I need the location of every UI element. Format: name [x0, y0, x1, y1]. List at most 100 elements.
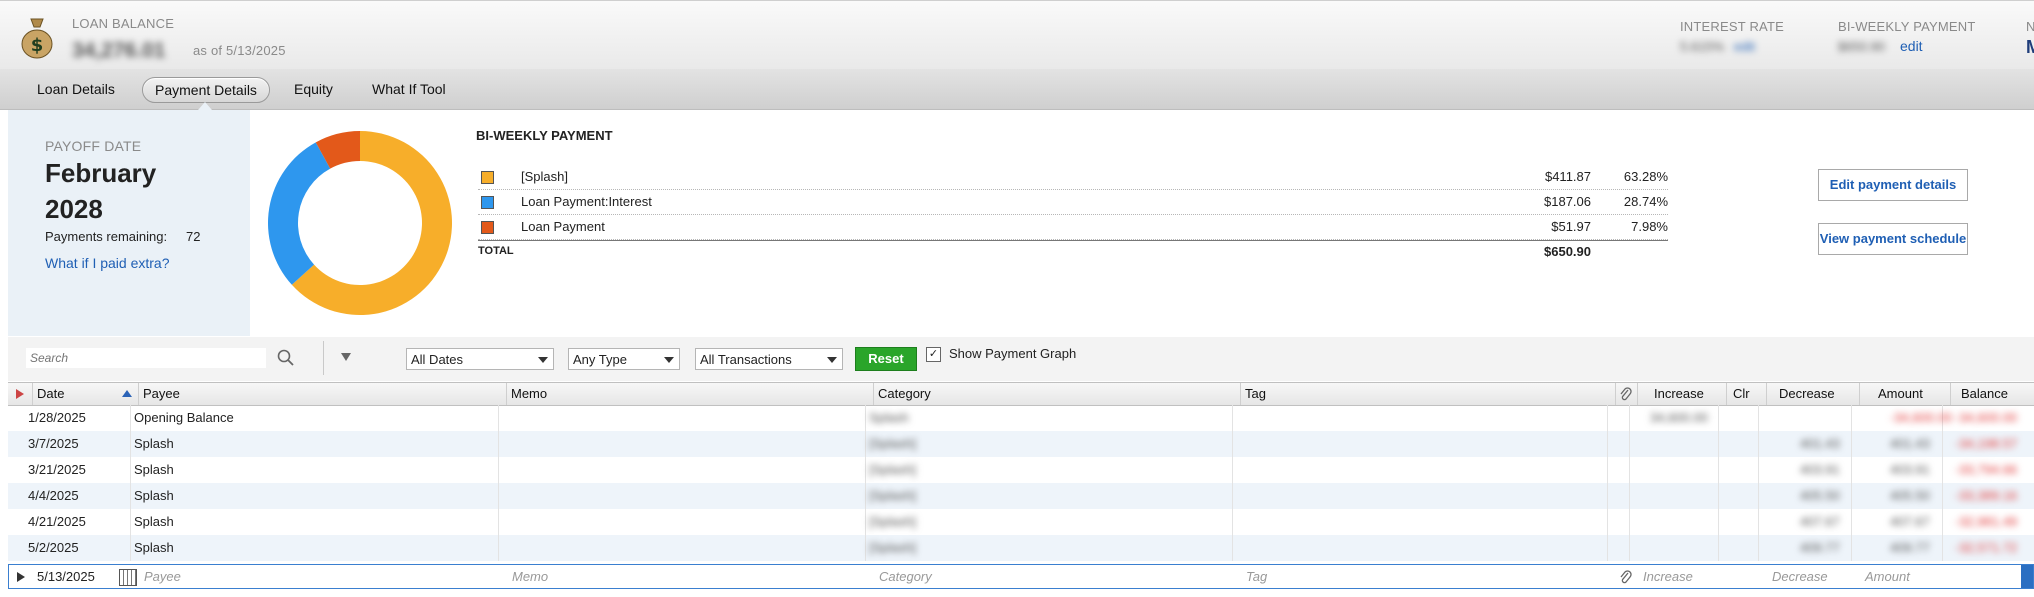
legend-swatch: [481, 221, 494, 234]
interest-rate-edit-link[interactable]: edit: [1734, 39, 1755, 54]
table-cell-increase[interactable]: 34,600.00: [1650, 410, 1708, 425]
column-amount[interactable]: Amount: [1859, 383, 1950, 405]
entry-date-field[interactable]: 5/13/2025: [37, 569, 95, 584]
table-cell-category[interactable]: [Splash]: [869, 540, 916, 555]
table-cell-balance[interactable]: -32,981.49: [1955, 514, 2017, 529]
column-clr[interactable]: Clr: [1726, 383, 1766, 405]
column-balance[interactable]: Balance: [1950, 383, 2034, 405]
table-cell-category[interactable]: Splash: [869, 410, 909, 425]
column-divider: [1851, 457, 1852, 483]
table-cell-balance[interactable]: -34,600.00: [1955, 410, 2017, 425]
column-divider: [1607, 483, 1608, 509]
entry-amount-field[interactable]: Amount: [1865, 569, 1910, 584]
entry-increase-field[interactable]: Increase: [1643, 569, 1693, 584]
filter-icon[interactable]: [341, 353, 351, 361]
table-cell-decrease[interactable]: 409.77: [1800, 540, 1840, 555]
table-cell-decrease[interactable]: 403.91: [1800, 462, 1840, 477]
column-divider: [1851, 509, 1852, 535]
table-cell-date[interactable]: 3/21/2025: [28, 462, 86, 477]
column-divider: [1607, 431, 1608, 457]
table-row[interactable]: 5/2/2025 Splash [Splash] 409.77 409.77 -32,57…: [8, 535, 2034, 561]
entry-tag-field[interactable]: Tag: [1246, 569, 1267, 584]
table-cell-balance[interactable]: -33,794.66: [1955, 462, 2017, 477]
column-divider: [130, 431, 131, 457]
table-cell-category[interactable]: [Splash]: [869, 436, 916, 451]
column-payee[interactable]: Payee: [138, 383, 506, 405]
table-cell-date[interactable]: 3/7/2025: [28, 436, 79, 451]
column-increase[interactable]: Increase: [1637, 383, 1726, 405]
payment-label: BI-WEEKLY PAYMENT: [1838, 19, 1976, 34]
edit-payment-details-button[interactable]: Edit payment details: [1818, 169, 1968, 201]
table-cell-payee[interactable]: Splash: [134, 540, 174, 555]
column-date-label: Date: [37, 386, 65, 401]
column-divider: [1942, 483, 1943, 509]
table-cell-category[interactable]: [Splash]: [869, 514, 916, 529]
table-row[interactable]: 3/7/2025 Splash [Splash] 401.43 401.43 -34,19…: [8, 431, 2034, 457]
tab-loan-details[interactable]: Loan Details: [25, 77, 127, 101]
column-divider: [1232, 457, 1233, 483]
transactions-filter-dropdown[interactable]: All Transactions: [695, 348, 843, 370]
breakdown-title: BI-WEEKLY PAYMENT: [476, 128, 613, 143]
table-cell-amount[interactable]: 407.67: [1890, 514, 1930, 529]
payment-edit-link[interactable]: edit: [1900, 38, 1923, 54]
table-cell-amount[interactable]: 405.50: [1890, 488, 1930, 503]
search-input[interactable]: [26, 348, 266, 368]
table-cell-balance[interactable]: -34,198.57: [1955, 436, 2017, 451]
tab-payment-details[interactable]: Payment Details: [142, 77, 270, 103]
table-row[interactable]: 4/21/2025 Splash [Splash] 407.67 407.67 -32,9…: [8, 509, 2034, 535]
new-transaction-row[interactable]: 5/13/2025 Payee Memo Category Tag Increa…: [8, 564, 2034, 589]
calendar-icon[interactable]: [119, 569, 137, 586]
table-cell-date[interactable]: 5/2/2025: [28, 540, 79, 555]
table-cell-payee[interactable]: Splash: [134, 488, 174, 503]
table-cell-balance[interactable]: -33,389.16: [1955, 488, 2017, 503]
table-cell-amount[interactable]: -34,600.00: [1890, 410, 1952, 425]
table-cell-category[interactable]: [Splash]: [869, 462, 916, 477]
table-cell-payee[interactable]: Splash: [134, 462, 174, 477]
column-category[interactable]: Category: [873, 383, 1240, 405]
entry-memo-field[interactable]: Memo: [512, 569, 548, 584]
what-if-paid-extra-link[interactable]: What if I paid extra?: [45, 255, 170, 271]
search-icon[interactable]: [276, 348, 296, 368]
table-cell-balance[interactable]: -32,571.72: [1955, 540, 2017, 555]
column-decrease[interactable]: Decrease: [1766, 383, 1859, 405]
column-divider: [865, 431, 866, 457]
table-cell-decrease[interactable]: 405.50: [1800, 488, 1840, 503]
table-cell-category[interactable]: [Splash]: [869, 488, 916, 503]
table-row[interactable]: 3/21/2025 Splash [Splash] 403.91 403.91 -33,7…: [8, 457, 2034, 483]
table-row[interactable]: 1/28/2025 Opening Balance Splash 34,600.00 -…: [8, 405, 2034, 431]
table-cell-payee[interactable]: Opening Balance: [134, 410, 234, 425]
show-graph-checkbox[interactable]: ✓: [926, 347, 941, 362]
table-cell-date[interactable]: 1/28/2025: [28, 410, 86, 425]
entry-decrease-field[interactable]: Decrease: [1772, 569, 1828, 584]
column-date[interactable]: Date: [32, 383, 138, 405]
table-cell-payee[interactable]: Splash: [134, 436, 174, 451]
legend-percent: 28.74%: [1623, 194, 1668, 209]
table-cell-decrease[interactable]: 401.43: [1800, 436, 1840, 451]
table-cell-amount[interactable]: 403.91: [1890, 462, 1930, 477]
column-divider: [498, 457, 499, 483]
table-cell-amount[interactable]: 409.77: [1890, 540, 1930, 555]
attach-paperclip-icon[interactable]: [1619, 569, 1633, 585]
tab-equity[interactable]: Equity: [282, 77, 345, 101]
table-cell-payee[interactable]: Splash: [134, 514, 174, 529]
table-cell-amount[interactable]: 401.43: [1890, 436, 1930, 451]
payoff-panel: PAYOFF DATE February 2028 Payments remai…: [8, 110, 250, 336]
column-divider: [1718, 509, 1719, 535]
column-memo[interactable]: Memo: [506, 383, 873, 405]
reset-button[interactable]: Reset: [855, 347, 917, 371]
column-tag[interactable]: Tag: [1240, 383, 1615, 405]
entry-category-field[interactable]: Category: [879, 569, 932, 584]
entry-payee-field[interactable]: Payee: [144, 569, 181, 584]
table-cell-date[interactable]: 4/4/2025: [28, 488, 79, 503]
view-payment-schedule-button[interactable]: View payment schedule: [1818, 223, 1968, 255]
entry-save-handle[interactable]: [2021, 565, 2033, 588]
table-row[interactable]: 4/4/2025 Splash [Splash] 405.50 405.50 -33,38…: [8, 483, 2034, 509]
date-filter-dropdown[interactable]: All Dates: [406, 348, 554, 370]
row-marker-icon: [17, 572, 25, 582]
filter-divider: [323, 341, 324, 375]
type-filter-dropdown[interactable]: Any Type: [568, 348, 680, 370]
table-cell-decrease[interactable]: 407.67: [1800, 514, 1840, 529]
table-cell-date[interactable]: 4/21/2025: [28, 514, 86, 529]
column-attachment[interactable]: [1615, 383, 1637, 405]
tab-what-if-tool[interactable]: What If Tool: [360, 77, 458, 101]
